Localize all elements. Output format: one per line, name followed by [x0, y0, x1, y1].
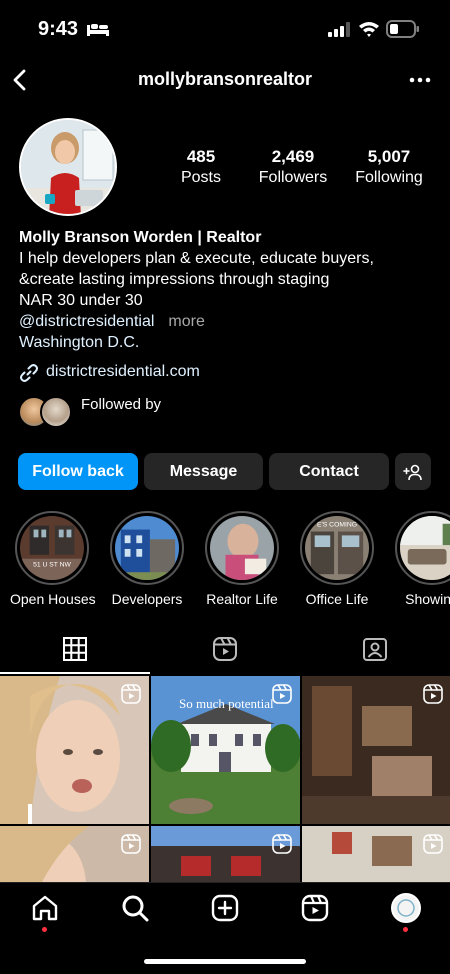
- highlight-office-life[interactable]: E'S COMING Office Life: [295, 511, 379, 607]
- reel-badge-icon: [423, 834, 443, 854]
- highlight-realtor-life[interactable]: Realtor Life: [200, 511, 284, 607]
- grid-post[interactable]: [302, 826, 450, 882]
- bio-line: NAR 30 under 30: [19, 292, 143, 309]
- bio-more-button[interactable]: more: [168, 313, 204, 330]
- highlight-label: Showing: [405, 591, 450, 607]
- stat-value: 2,469: [271, 147, 315, 166]
- stat-label: Posts: [180, 169, 221, 186]
- create-post-icon[interactable]: [210, 893, 240, 923]
- profile-tab-avatar-image: [393, 895, 419, 921]
- followed-by-label: Followed by: [81, 396, 162, 413]
- highlight-showing[interactable]: Showing: [390, 511, 450, 607]
- stat-value: 5,007: [367, 147, 411, 166]
- followers-count[interactable]: 2,469 Followers: [252, 147, 334, 187]
- highlight-cover: 51 U ST NW: [20, 516, 84, 580]
- stat-label: Following: [355, 169, 423, 186]
- active-tab-indicator: [0, 672, 150, 674]
- highlight-open-houses[interactable]: 51 U ST NW Open Houses: [10, 511, 96, 607]
- highlight-cover: [115, 516, 179, 580]
- profile-avatar[interactable]: [19, 118, 117, 216]
- profile-tabs: [0, 628, 450, 674]
- highlight-cover: E'S COMING: [305, 516, 369, 580]
- home-notification-dot: [42, 927, 47, 932]
- profile-header: mollybransonrealtor: [0, 58, 450, 104]
- suggested-accounts-button[interactable]: [395, 453, 431, 490]
- profile-stats: 485 Posts 2,469 Followers 5,007 Followin…: [160, 147, 440, 197]
- reels-nav-icon[interactable]: [300, 893, 330, 923]
- home-icon[interactable]: [30, 893, 60, 923]
- highlight-label: Open Houses: [10, 591, 96, 607]
- reel-badge-icon: [272, 834, 292, 854]
- highlight-overlay-text: 51 U ST NW: [33, 561, 71, 568]
- tagged-icon[interactable]: [362, 636, 388, 662]
- highlight-overlay-text: E'S COMING: [317, 522, 357, 529]
- battery-icon: [386, 20, 419, 38]
- cellular-signal-icon: [328, 22, 350, 37]
- stat-value: 485: [186, 147, 216, 166]
- contact-button[interactable]: Contact: [269, 453, 389, 490]
- profile-photo-illustration: [21, 120, 115, 214]
- bio-line: I help developers plan & execute, educat…: [19, 250, 374, 267]
- profile-notification-dot: [403, 927, 408, 932]
- grid-post[interactable]: So much potential: [151, 676, 301, 824]
- profile-username: mollybransonrealtor: [137, 69, 313, 89]
- highlight-label: Office Life: [305, 591, 369, 607]
- follower-avatar: [40, 396, 72, 428]
- post-caption: So much potential: [179, 696, 274, 711]
- grid-post[interactable]: [0, 676, 149, 824]
- posts-grid: So much potential: [0, 676, 450, 882]
- add-person-icon: [403, 464, 422, 480]
- highlight-developers[interactable]: Developers: [105, 511, 189, 607]
- grid-post[interactable]: [302, 676, 450, 824]
- grid-post[interactable]: [0, 826, 149, 882]
- profile-tab-avatar[interactable]: [391, 893, 421, 923]
- wifi-icon: [359, 22, 379, 37]
- reels-icon[interactable]: [212, 636, 238, 662]
- reel-badge-icon: [423, 684, 443, 704]
- following-count[interactable]: 5,007 Following: [348, 147, 430, 187]
- posts-count[interactable]: 485 Posts: [160, 147, 242, 187]
- highlight-cover: [400, 516, 450, 580]
- message-button[interactable]: Message: [144, 453, 263, 490]
- highlight-label: Realtor Life: [206, 591, 278, 607]
- home-indicator: [144, 959, 306, 964]
- status-time: 9:43: [38, 18, 79, 40]
- sleep-focus-icon: [87, 24, 109, 36]
- search-icon[interactable]: [120, 893, 150, 923]
- reel-badge-icon: [121, 834, 141, 854]
- reel-badge-icon: [272, 684, 292, 704]
- bio-mention-link[interactable]: @districtresidential: [19, 313, 154, 330]
- bio-location[interactable]: Washington D.C.: [19, 332, 439, 353]
- follow-back-button[interactable]: Follow back: [18, 453, 138, 490]
- more-options-icon[interactable]: [408, 70, 432, 90]
- highlight-cover: [210, 516, 274, 580]
- bio-line: &create lasting impressions through stag…: [19, 271, 330, 288]
- grid-icon[interactable]: [62, 636, 88, 662]
- link-icon: [20, 364, 38, 382]
- stat-label: Followers: [258, 169, 328, 186]
- website-link-text: districtresidential.com: [46, 363, 200, 380]
- status-bar: 9:43: [0, 0, 450, 58]
- grid-post[interactable]: [151, 826, 300, 882]
- highlight-label: Developers: [111, 591, 183, 607]
- reel-badge-icon: [121, 684, 141, 704]
- profile-display-name: Molly Branson Worden | Realtor: [19, 229, 262, 246]
- profile-bio: Molly Branson Worden | Realtor I help de…: [19, 227, 439, 353]
